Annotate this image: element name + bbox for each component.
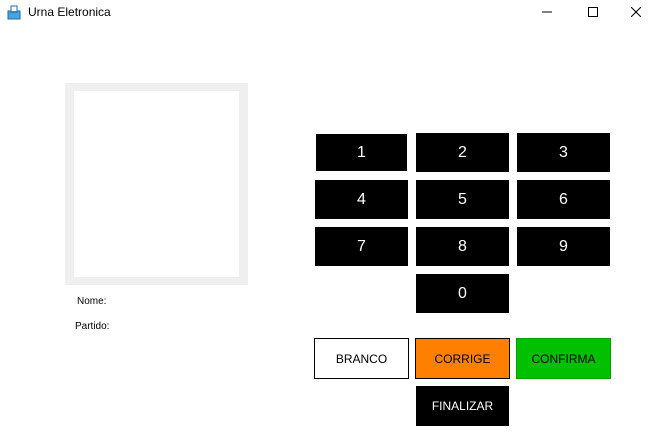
minimize-button[interactable]: [524, 0, 570, 24]
key-9-button[interactable]: 9: [517, 227, 610, 266]
corrige-button[interactable]: CORRIGE: [415, 338, 510, 379]
key-0-button[interactable]: 0: [416, 274, 509, 313]
key-6-button[interactable]: 6: [517, 180, 610, 219]
key-4-button[interactable]: 4: [315, 180, 408, 219]
key-2-button[interactable]: 2: [416, 133, 509, 172]
key-8-button[interactable]: 8: [416, 227, 509, 266]
maximize-icon: [588, 7, 598, 17]
key-3-button[interactable]: 3: [517, 133, 610, 172]
candidate-photo: [74, 91, 239, 277]
finalizar-button[interactable]: FINALIZAR: [416, 386, 509, 426]
key-5-button[interactable]: 5: [416, 180, 509, 219]
maximize-button[interactable]: [570, 0, 616, 24]
close-button[interactable]: [616, 0, 656, 24]
key-7-button[interactable]: 7: [315, 227, 408, 266]
title-bar: Urna Eletronica: [0, 0, 656, 24]
ballot-box-icon: [7, 5, 21, 20]
close-icon: [631, 7, 641, 17]
confirma-button[interactable]: CONFIRMA: [516, 338, 611, 379]
nome-label: Nome:: [77, 296, 107, 307]
partido-label: Partido:: [75, 321, 110, 332]
candidate-photo-frame: [65, 83, 248, 285]
window-title: Urna Eletronica: [28, 5, 111, 19]
key-1-button[interactable]: 1: [316, 134, 407, 171]
branco-button[interactable]: BRANCO: [314, 338, 409, 379]
minimize-icon: [542, 11, 552, 13]
